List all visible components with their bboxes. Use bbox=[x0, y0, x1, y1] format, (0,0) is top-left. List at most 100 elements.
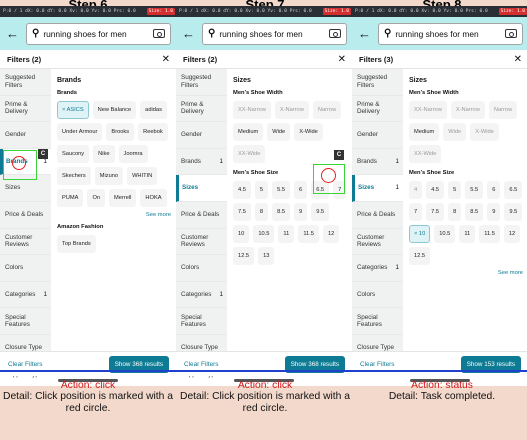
filter-option-chip[interactable]: 12 bbox=[503, 225, 521, 243]
back-arrow-icon[interactable]: ← bbox=[358, 26, 372, 41]
sidebar-item-special-features[interactable]: Special Features bbox=[0, 308, 51, 335]
sidebar-item-brands[interactable]: Brands 1 bbox=[176, 149, 227, 176]
sidebar-item-categories[interactable]: Categories 1 bbox=[352, 255, 403, 282]
filter-option-chip[interactable]: 4.5 bbox=[233, 181, 251, 199]
sidebar-item-prime-delivery[interactable]: Prime & Delivery bbox=[176, 96, 227, 123]
filter-option-chip[interactable]: 5 bbox=[254, 181, 269, 199]
sidebar-item-sizes[interactable]: Sizes 1 bbox=[352, 175, 403, 202]
filter-option-chip[interactable]: On bbox=[87, 189, 106, 207]
sidebar-item-sizes[interactable]: Sizes bbox=[176, 175, 227, 202]
filter-option-chip[interactable]: Joomra bbox=[118, 145, 148, 163]
filter-option-chip[interactable]: 5.5 bbox=[465, 181, 484, 199]
filter-option-chip[interactable]: 11.5 bbox=[298, 225, 319, 243]
filter-option-chip[interactable]: × 10 bbox=[409, 225, 431, 243]
sidebar-item-price-deals[interactable]: Price & Deals bbox=[352, 202, 403, 229]
filter-option-chip[interactable]: Under Armour bbox=[57, 123, 103, 141]
camera-search-icon[interactable] bbox=[329, 29, 341, 38]
filter-option-chip[interactable]: Top Brands bbox=[57, 235, 96, 253]
filter-option-chip[interactable]: 10.5 bbox=[253, 225, 275, 243]
sidebar-item-label: Customer Reviews bbox=[181, 233, 209, 249]
filter-option-chip[interactable]: X-Wide bbox=[294, 123, 323, 141]
filter-option-chip[interactable]: 11 bbox=[278, 225, 295, 243]
filter-option-chip[interactable]: Wide bbox=[267, 123, 291, 141]
search-input[interactable]: ⚲ running shoes for men bbox=[26, 22, 171, 45]
sidebar-item-price-deals[interactable]: Price & Deals bbox=[0, 202, 51, 229]
filter-option-chip[interactable]: Medium bbox=[409, 123, 440, 141]
sidebar-item-suggested-filters[interactable]: Suggested Filters bbox=[176, 69, 227, 96]
filter-option-chip[interactable]: 5.5 bbox=[272, 181, 291, 199]
filter-option-chip[interactable]: 12 bbox=[322, 225, 340, 243]
filter-option-chip[interactable]: 6 bbox=[487, 181, 501, 199]
camera-search-icon[interactable] bbox=[505, 29, 517, 38]
filter-option-chip[interactable]: WHITIN bbox=[127, 167, 158, 185]
clear-filters-button[interactable]: Clear Filters bbox=[8, 361, 42, 368]
filter-option-chip[interactable]: HOKA bbox=[140, 189, 167, 207]
filter-option-chip[interactable]: Medium bbox=[233, 123, 264, 141]
sidebar-item-brands[interactable]: Brands 1 bbox=[352, 149, 403, 176]
filter-option-chip[interactable]: PUMA bbox=[57, 189, 84, 207]
filter-option-chip[interactable]: Skechers bbox=[57, 167, 91, 185]
filter-option-chip[interactable]: 9 bbox=[487, 203, 501, 221]
clear-filters-button[interactable]: Clear Filters bbox=[360, 361, 394, 368]
filter-option-chip[interactable]: Mizuno bbox=[94, 167, 124, 185]
sidebar-item-special-features[interactable]: Special Features bbox=[352, 308, 403, 335]
close-icon[interactable]: ✕ bbox=[338, 54, 346, 65]
filter-option-chip[interactable]: 8 bbox=[448, 203, 462, 221]
sidebar-item-customer-reviews[interactable]: Customer Reviews bbox=[176, 229, 227, 256]
filter-option-chip[interactable]: × ASICS bbox=[57, 101, 89, 119]
filter-option-chip[interactable]: 6.5 bbox=[504, 181, 523, 199]
filter-option-chip[interactable]: Brooks bbox=[106, 123, 135, 141]
filter-option-chip[interactable]: 12.5 bbox=[409, 247, 431, 265]
filter-option-chip[interactable]: 8.5 bbox=[272, 203, 291, 221]
search-input[interactable]: ⚲ running shoes for men bbox=[378, 22, 523, 45]
sidebar-item-gender[interactable]: Gender bbox=[352, 122, 403, 149]
close-icon[interactable]: ✕ bbox=[162, 54, 170, 65]
filter-option-chip[interactable]: Saucony bbox=[57, 145, 90, 163]
back-arrow-icon[interactable]: ← bbox=[182, 26, 196, 41]
filter-option-chip[interactable]: Reebok bbox=[138, 123, 168, 141]
sidebar-item-gender[interactable]: Gender bbox=[0, 122, 51, 149]
filter-option-chip[interactable]: 12.5 bbox=[233, 247, 255, 265]
filter-option-chip[interactable]: Nike bbox=[93, 145, 115, 163]
sidebar-item-customer-reviews[interactable]: Customer Reviews bbox=[352, 229, 403, 256]
sidebar-item-colors[interactable]: Colors bbox=[352, 282, 403, 309]
filter-option-chip[interactable]: 7.5 bbox=[426, 203, 445, 221]
filter-option-chip[interactable]: New Balance bbox=[92, 101, 137, 119]
filter-option-chip[interactable]: 6 bbox=[294, 181, 308, 199]
filter-option-chip[interactable]: 7.5 bbox=[233, 203, 251, 221]
sidebar-item-colors[interactable]: Colors bbox=[176, 255, 227, 282]
filter-option-chip[interactable]: 4.5 bbox=[426, 181, 445, 199]
filter-option-chip[interactable]: 9.5 bbox=[504, 203, 523, 221]
filter-option-chip[interactable]: 7 bbox=[409, 203, 423, 221]
filter-option-chip[interactable]: 8.5 bbox=[465, 203, 484, 221]
clear-filters-button[interactable]: Clear Filters bbox=[184, 361, 218, 368]
see-more-link[interactable]: See more bbox=[409, 270, 523, 276]
sidebar-item-suggested-filters[interactable]: Suggested Filters bbox=[0, 69, 51, 96]
see-more-link[interactable]: See more bbox=[57, 212, 171, 218]
sidebar-item-special-features[interactable]: Special Features bbox=[176, 308, 227, 335]
filter-option-chip[interactable]: 9.5 bbox=[311, 203, 330, 221]
filter-option-chip[interactable]: 9 bbox=[294, 203, 308, 221]
filter-option-chip[interactable]: Merrell bbox=[109, 189, 137, 207]
filter-option-chip[interactable]: 13 bbox=[258, 247, 275, 265]
filter-option-chip[interactable]: 8 bbox=[254, 203, 269, 221]
sidebar-item-prime-delivery[interactable]: Prime & Delivery bbox=[352, 96, 403, 123]
sidebar-item-colors[interactable]: Colors bbox=[0, 255, 51, 282]
sidebar-item-prime-delivery[interactable]: Prime & Delivery bbox=[0, 96, 51, 123]
camera-search-icon[interactable] bbox=[153, 29, 165, 38]
filter-option-chip[interactable]: 10.5 bbox=[434, 225, 456, 243]
filter-option-chip[interactable]: adidas bbox=[140, 101, 167, 119]
sidebar-item-gender[interactable]: Gender bbox=[176, 122, 227, 149]
sidebar-item-categories[interactable]: Categories 1 bbox=[0, 282, 51, 309]
filter-option-chip[interactable]: 10 bbox=[233, 225, 250, 243]
sidebar-item-price-deals[interactable]: Price & Deals bbox=[176, 202, 227, 229]
sidebar-item-customer-reviews[interactable]: Customer Reviews bbox=[0, 229, 51, 256]
filter-option-chip[interactable]: 11.5 bbox=[479, 225, 500, 243]
sidebar-item-suggested-filters[interactable]: Suggested Filters bbox=[352, 69, 403, 96]
filter-option-chip[interactable]: 5 bbox=[448, 181, 462, 199]
sidebar-item-categories[interactable]: Categories 1 bbox=[176, 282, 227, 309]
close-icon[interactable]: ✕ bbox=[514, 54, 522, 65]
search-input[interactable]: ⚲ running shoes for men bbox=[202, 22, 347, 45]
filter-option-chip[interactable]: 11 bbox=[459, 225, 476, 243]
back-arrow-icon[interactable]: ← bbox=[6, 26, 20, 41]
